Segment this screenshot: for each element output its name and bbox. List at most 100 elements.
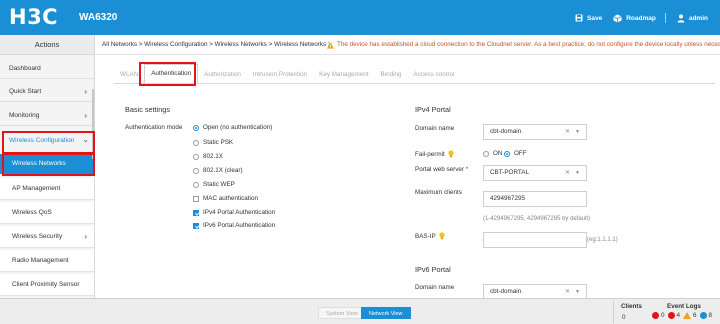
- sidebar-item-wireless-qos[interactable]: Wireless QoS: [0, 202, 94, 224]
- warning-count: 6: [693, 312, 697, 319]
- cloud-warning: The device has established a cloud conne…: [327, 35, 720, 55]
- tab-bar: WLAN Authentication Authorization Intrus…: [114, 63, 460, 84]
- radio-static-wep[interactable]: Static WEP: [193, 181, 235, 188]
- checkbox-checked[interactable]: [193, 209, 199, 216]
- radio-label: 802.1X: [203, 153, 223, 160]
- dropdown-arrow-icon[interactable]: ▼: [575, 285, 580, 299]
- error-count: 4: [676, 312, 681, 319]
- checkbox-checked[interactable]: [193, 222, 199, 229]
- chevron-right-icon: ›: [84, 87, 87, 96]
- roadmap-button[interactable]: Roadmap: [613, 14, 656, 23]
- ipv4-domain-select[interactable]: cbt-domain ✕ ▼: [483, 124, 587, 140]
- sidebar-item-label: Wireless QoS: [12, 209, 52, 216]
- sidebar-item-label: AP Management: [12, 185, 61, 192]
- tab-access-control[interactable]: Access control: [408, 66, 461, 84]
- sidebar-item-label: Wireless Networks: [12, 160, 66, 167]
- checkbox-ipv4-portal[interactable]: IPv4 Portal Authentication: [193, 209, 275, 216]
- clear-icon[interactable]: ✕: [565, 285, 570, 299]
- radio-label: 802.1X (clear): [203, 167, 243, 174]
- radio-button[interactable]: [193, 139, 199, 146]
- checkbox-label: IPv6 Portal Authentication: [203, 222, 276, 229]
- tab-intrusion-protection[interactable]: Intrusion Protection: [247, 66, 313, 84]
- username: admin: [688, 14, 708, 22]
- save-button[interactable]: Save: [575, 14, 602, 22]
- fail-permit-off[interactable]: OFF: [504, 150, 527, 157]
- tab-authorization[interactable]: Authorization: [198, 66, 247, 84]
- radio-label: OFF: [514, 150, 527, 157]
- tab-binding[interactable]: Binding: [375, 66, 408, 84]
- roadmap-label: Roadmap: [626, 14, 656, 22]
- fail-permit-label-group: Fail-permit: [415, 150, 454, 158]
- radio-button[interactable]: [193, 167, 199, 174]
- sidebar: Actions Dashboard Quick Start › Monitorin…: [0, 35, 95, 298]
- checkbox-mac-auth[interactable]: MAC authentication: [193, 195, 258, 202]
- radio-label: Static WEP: [203, 181, 235, 188]
- max-clients-input[interactable]: 4294967295: [483, 191, 587, 207]
- radio-8021x[interactable]: 802.1X: [193, 153, 223, 160]
- tab-divider: [114, 83, 715, 84]
- sidebar-scrollbar[interactable]: [92, 89, 94, 159]
- info-icon: [699, 312, 707, 319]
- user-menu[interactable]: admin: [677, 14, 708, 23]
- checkbox-ipv6-portal[interactable]: IPv6 Portal Authentication: [193, 222, 275, 229]
- warning-icon: [683, 312, 692, 319]
- footer-bar: System View Network View Clients 0 Event…: [0, 298, 720, 324]
- system-view-button[interactable]: System View: [318, 307, 366, 319]
- radio-button[interactable]: [193, 153, 199, 160]
- portal-web-server-select[interactable]: CBT-PORTAL ✕ ▼: [483, 165, 587, 181]
- event-logs-label[interactable]: Event Logs: [667, 303, 701, 310]
- portal-web-server-label: Portal web server *: [415, 166, 468, 173]
- radio-open[interactable]: Open (no authentication): [193, 124, 272, 131]
- sidebar-item-label: Wireless Security: [12, 233, 63, 240]
- basic-settings-title: Basic settings: [125, 105, 171, 114]
- ipv6-domain-value: cbt-domain: [490, 288, 522, 295]
- clients-label[interactable]: Clients: [621, 303, 642, 310]
- radio-button-selected[interactable]: [504, 150, 510, 157]
- info-bulb-icon: [439, 232, 445, 240]
- radio-8021x-clear[interactable]: 802.1X (clear): [193, 167, 243, 174]
- sidebar-item-label: Monitoring: [9, 112, 40, 119]
- radio-button[interactable]: [483, 150, 489, 157]
- clear-icon[interactable]: ✕: [565, 125, 570, 139]
- sidebar-item-ap-management[interactable]: AP Management: [0, 178, 94, 200]
- sidebar-item-client-proximity-sensor[interactable]: Client Proximity Sensor: [0, 274, 94, 296]
- sidebar-item-quick-start[interactable]: Quick Start ›: [0, 82, 94, 102]
- sidebar-item-wireless-security[interactable]: Wireless Security ›: [0, 226, 94, 248]
- sidebar-item-wireless-networks[interactable]: Wireless Networks: [0, 154, 94, 174]
- sidebar-item-radio-management[interactable]: Radio Management: [0, 250, 94, 272]
- sidebar-header: Actions: [0, 35, 94, 55]
- sidebar-item-wireless-configuration[interactable]: Wireless Configuration ›: [0, 131, 94, 151]
- event-log-counters[interactable]: 0 4 6 8: [649, 312, 712, 319]
- radio-label: ON: [493, 150, 503, 157]
- save-icon: [575, 14, 583, 22]
- ipv6-portal-title: IPv6 Portal: [415, 265, 451, 274]
- network-view-button[interactable]: Network View: [361, 307, 411, 319]
- tab-authentication[interactable]: Authentication: [144, 64, 199, 84]
- portal-web-server-text: Portal web server: [415, 166, 464, 173]
- ipv6-domain-name-label: Domain name: [415, 284, 455, 291]
- max-clients-label: Maximum clients: [415, 189, 462, 196]
- tab-wlan[interactable]: WLAN: [114, 66, 144, 84]
- critical-count: 0: [661, 312, 665, 319]
- tab-key-management[interactable]: Key Management: [313, 66, 374, 84]
- radio-static-psk[interactable]: Static PSK: [193, 139, 233, 146]
- sidebar-item-label: Wireless Configuration: [9, 137, 75, 144]
- radio-label: Static PSK: [203, 139, 234, 146]
- clear-icon[interactable]: ✕: [565, 166, 570, 180]
- bas-ip-input[interactable]: [483, 232, 587, 248]
- topbar-divider: [664, 13, 666, 23]
- sidebar-item-monitoring[interactable]: Monitoring ›: [0, 106, 94, 126]
- radio-button-selected[interactable]: [193, 124, 199, 131]
- breadcrumb[interactable]: All Networks > Wireless Configuration > …: [102, 35, 332, 55]
- radio-label: Open (no authentication): [203, 124, 273, 131]
- checkbox[interactable]: [193, 195, 199, 202]
- fail-permit-on[interactable]: ON: [483, 150, 502, 157]
- roadmap-icon: [613, 14, 622, 22]
- sidebar-item-dashboard[interactable]: Dashboard: [0, 59, 94, 79]
- h3c-logo: H3C: [9, 5, 59, 29]
- dropdown-arrow-icon[interactable]: ▼: [575, 166, 580, 180]
- radio-button[interactable]: [193, 181, 199, 188]
- max-clients-hint: (1-4294967295, 4294967295 by default): [483, 216, 591, 222]
- ipv4-portal-title: IPv4 Portal: [415, 105, 451, 114]
- dropdown-arrow-icon[interactable]: ▼: [575, 125, 580, 139]
